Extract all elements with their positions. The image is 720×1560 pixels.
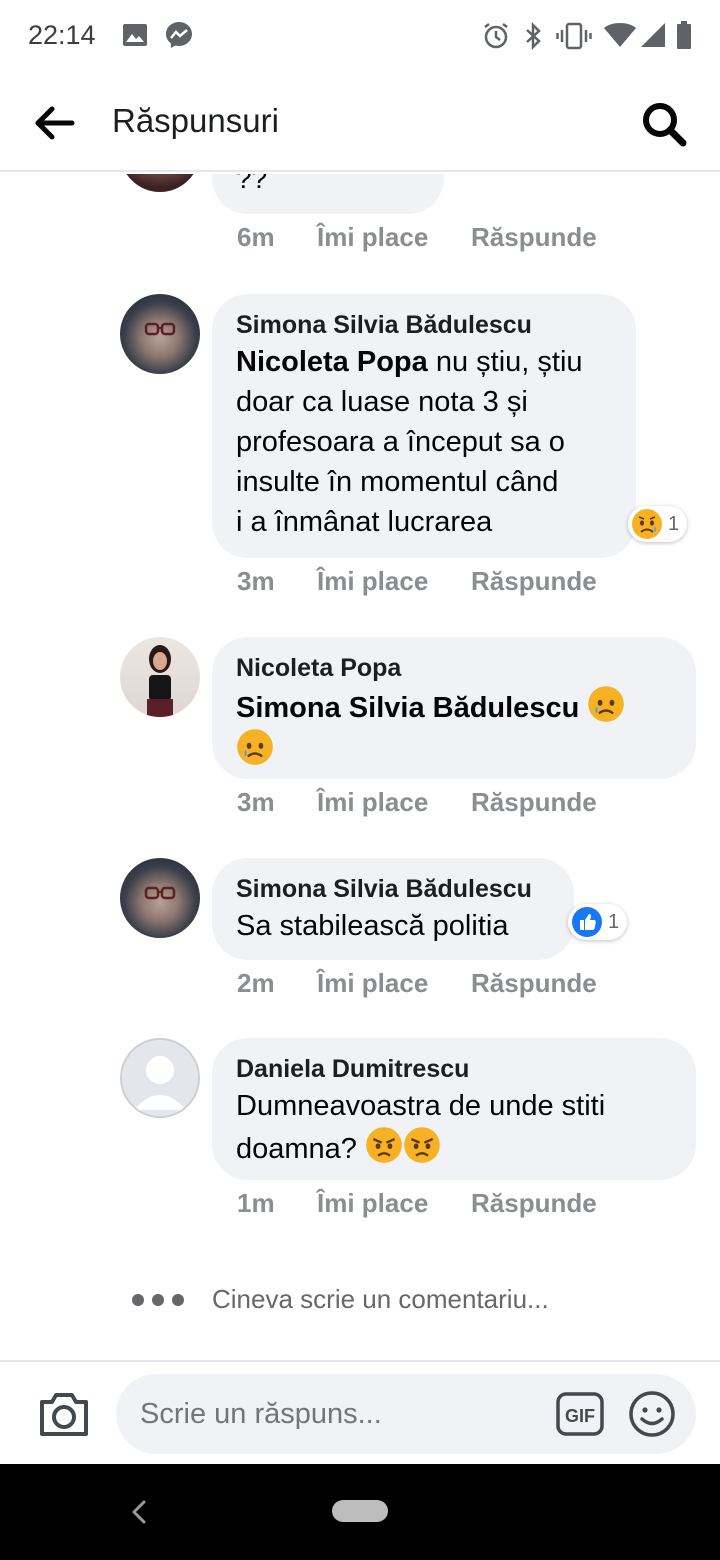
- search-icon[interactable]: [638, 98, 690, 150]
- reaction-summary[interactable]: 1: [568, 904, 628, 940]
- gif-label: GIF: [565, 1406, 595, 1426]
- wifi-icon: [604, 23, 636, 47]
- alarm-icon: [484, 23, 508, 49]
- bluetooth-icon: [526, 22, 541, 50]
- like-link[interactable]: Îmi place: [317, 566, 428, 597]
- crying-face-emoji-icon: [237, 729, 273, 765]
- nav-back-icon[interactable]: [130, 1498, 148, 1526]
- comment-text-line: doamna?: [236, 1133, 357, 1165]
- reply-link[interactable]: Răspunde: [471, 1188, 597, 1219]
- reply-composer: GIF: [0, 1360, 720, 1464]
- app-header: Răspunsuri: [0, 72, 720, 172]
- like-link[interactable]: Îmi place: [317, 222, 428, 253]
- image-icon: [123, 24, 147, 46]
- reaction-count: 1: [668, 512, 680, 535]
- like-link[interactable]: Îmi place: [317, 1188, 428, 1219]
- like-link[interactable]: Îmi place: [317, 787, 428, 818]
- replies-list[interactable]: ?? 6m Îmi place Răspunde Simona Silvia B…: [0, 174, 720, 1360]
- status-bar: 22:14: [0, 0, 720, 72]
- avatar[interactable]: [120, 858, 200, 938]
- comment-text-line: i a înmânat lucrarea: [236, 506, 493, 538]
- angry-face-emoji-icon: [366, 1127, 402, 1163]
- comment-text-line: Dumneavoastra de unde stiti: [236, 1090, 606, 1122]
- comment-text: Nicoleta Popa nu știu, știu doar ca luas…: [236, 342, 612, 542]
- avatar[interactable]: [120, 1038, 200, 1118]
- nav-home-pill[interactable]: [332, 1500, 388, 1522]
- angry-face-emoji-icon: [404, 1127, 440, 1163]
- comment-bubble[interactable]: Daniela Dumitrescu Dumneavoastra de unde…: [212, 1038, 696, 1180]
- comment-time: 1m: [237, 1188, 275, 1218]
- avatar[interactable]: [120, 294, 200, 374]
- comment-author: Simona Silvia Bădulescu: [236, 875, 532, 903]
- comment-text-line: nu știu, știu: [435, 346, 583, 378]
- comment-text-line: profesoara a început sa o: [236, 426, 565, 458]
- reply-link[interactable]: Răspunde: [471, 566, 597, 597]
- comment-bubble[interactable]: Simona Silvia Bădulescu Sa stabilească p…: [212, 858, 574, 960]
- camera-icon[interactable]: [38, 1390, 90, 1438]
- battery-icon: [677, 21, 691, 49]
- like-link[interactable]: Îmi place: [317, 968, 428, 999]
- comment-text-line: insulte în momentul când: [236, 466, 559, 498]
- system-nav-bar: [0, 1464, 720, 1560]
- reply-link[interactable]: Răspunde: [471, 222, 597, 253]
- reaction-summary[interactable]: 1: [628, 506, 688, 542]
- reaction-count: 1: [608, 910, 620, 933]
- signal-icon: [641, 23, 665, 47]
- comment-time: 2m: [237, 968, 275, 998]
- comment-author: Daniela Dumitrescu: [236, 1055, 470, 1083]
- comment-bubble[interactable]: Nicoleta Popa Simona Silvia Bădulescu: [212, 637, 696, 779]
- reply-link[interactable]: Răspunde: [471, 787, 597, 818]
- typing-indicator-text: Cineva scrie un comentariu...: [212, 1284, 549, 1314]
- mention-link[interactable]: Nicoleta Popa: [236, 346, 428, 378]
- avatar[interactable]: [120, 174, 200, 192]
- status-time: 22:14: [28, 20, 96, 50]
- avatar[interactable]: [120, 637, 200, 717]
- comment-text: Sa stabilească politia: [236, 910, 509, 942]
- comment-text-line: doar ca luase nota 3 și: [236, 386, 528, 418]
- page-title: Răspunsuri: [112, 102, 279, 139]
- comment-text: ??: [236, 174, 268, 194]
- back-arrow-icon[interactable]: [30, 100, 80, 146]
- comment-bubble[interactable]: ??: [212, 174, 444, 214]
- comment-author: Nicoleta Popa: [236, 654, 402, 682]
- crying-face-emoji-icon: [588, 686, 625, 722]
- vibrate-icon: [556, 22, 592, 50]
- comment-text: Simona Silvia Bădulescu: [236, 685, 672, 771]
- sad-emoji-icon: [632, 509, 662, 539]
- messenger-icon: [166, 22, 192, 48]
- emoji-picker-icon[interactable]: [628, 1390, 676, 1438]
- reply-input[interactable]: [116, 1374, 696, 1454]
- comment-author: Simona Silvia Bădulescu: [236, 311, 532, 339]
- comment-time: 3m: [237, 566, 275, 596]
- reply-link[interactable]: Răspunde: [471, 968, 597, 999]
- comment-text: Dumneavoastra de unde stiti doamna?: [236, 1086, 672, 1169]
- gif-icon[interactable]: GIF: [556, 1392, 604, 1436]
- comment-bubble[interactable]: Simona Silvia Bădulescu Nicoleta Popa nu…: [212, 294, 636, 558]
- comment-time: 3m: [237, 787, 275, 817]
- comment-time: 6m: [237, 222, 275, 252]
- like-icon: [572, 907, 602, 937]
- mention-link[interactable]: Simona Silvia Bădulescu: [236, 692, 579, 724]
